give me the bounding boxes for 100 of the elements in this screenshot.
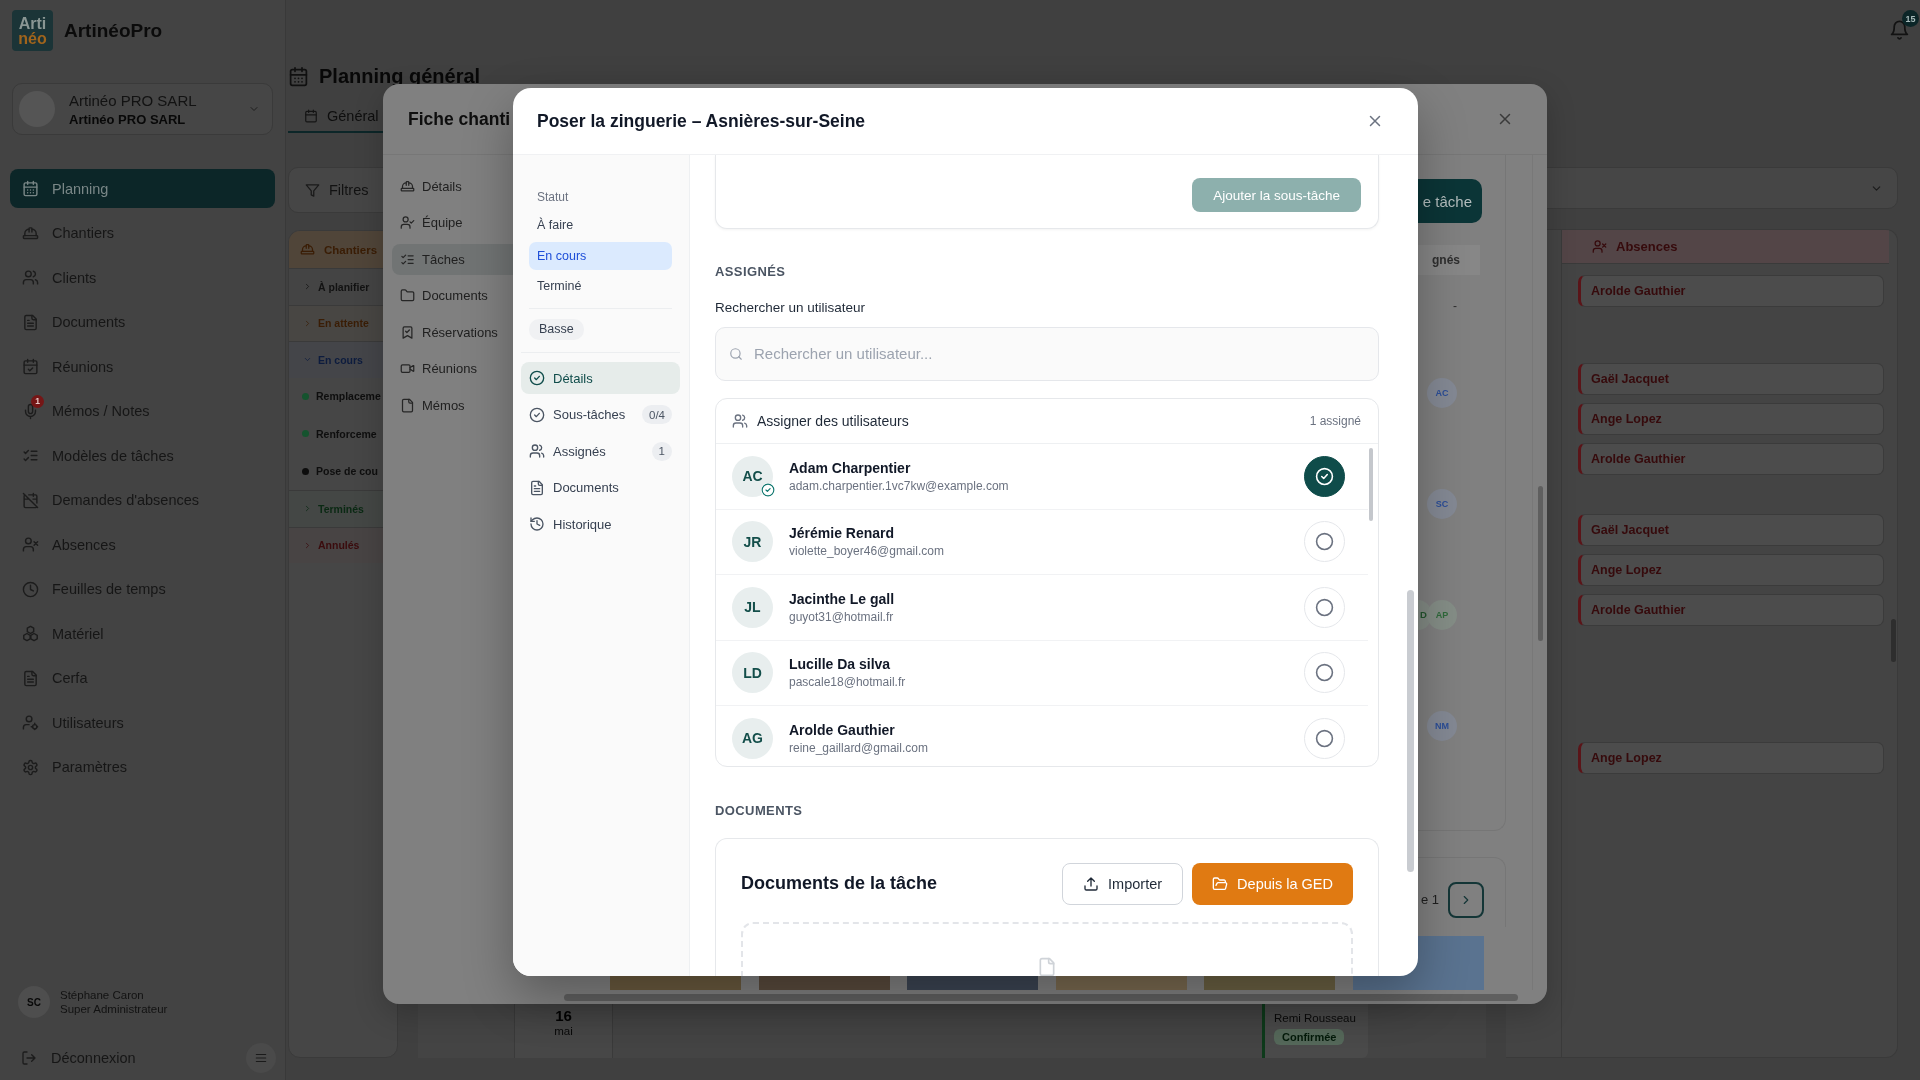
ged-button[interactable]: Depuis la GED bbox=[1192, 863, 1353, 905]
file-icon bbox=[1037, 956, 1057, 976]
user-avatar: LD bbox=[732, 652, 773, 694]
count-badge: 1 bbox=[31, 394, 44, 408]
user-name: Jacinthe Le gall bbox=[789, 590, 896, 607]
avatar: AP bbox=[1427, 599, 1457, 630]
search-icon bbox=[729, 347, 743, 361]
section-tab[interactable]: Sous-tâches 0/4 bbox=[521, 398, 680, 431]
status-badge: Confirmée bbox=[1274, 1029, 1345, 1045]
user-name: Arolde Gauthier bbox=[789, 721, 896, 738]
cubes-icon bbox=[22, 625, 39, 642]
section-tab[interactable]: Documents bbox=[521, 471, 680, 504]
absence-entry: Ange Lopez bbox=[1578, 742, 1884, 774]
user-email: adam.charpentier.1vc7kw@example.com bbox=[789, 478, 1010, 493]
avatar: AC bbox=[1427, 377, 1457, 408]
absence-entry: Arolde Gauthier bbox=[1578, 443, 1884, 475]
field-label: Rechercher un utilisateur bbox=[715, 300, 867, 316]
user-avatar: SC bbox=[18, 986, 50, 1018]
column-title: Absences bbox=[1616, 239, 1678, 254]
section-heading: DOCUMENTS bbox=[715, 803, 804, 819]
event-name: Remi Rousseau bbox=[1274, 1012, 1356, 1024]
user-email: violette_boyer46@gmail.com bbox=[789, 544, 945, 559]
calendar-icon bbox=[22, 180, 39, 197]
status-option[interactable]: À faire bbox=[529, 211, 672, 239]
calendar-icon bbox=[304, 108, 318, 123]
section-tab[interactable]: Historique bbox=[521, 508, 680, 540]
menu-icon bbox=[254, 1051, 268, 1065]
circle-icon bbox=[1315, 728, 1334, 748]
add-task-button[interactable]: e tâche bbox=[1418, 179, 1482, 223]
day-number: 16 bbox=[555, 1007, 572, 1024]
calendar-icon bbox=[288, 65, 309, 87]
status-option[interactable]: Terminé bbox=[529, 272, 672, 300]
field-label: Statut bbox=[536, 190, 570, 204]
check-circle-icon bbox=[529, 370, 545, 386]
avatar: NM bbox=[1427, 710, 1457, 741]
user-avatar: JR bbox=[732, 521, 773, 563]
app-name: ArtinéoPro bbox=[64, 19, 163, 42]
nav-item[interactable]: Tâches bbox=[392, 243, 513, 275]
document-icon bbox=[529, 479, 545, 496]
circle-icon bbox=[1315, 597, 1334, 617]
bookmark-check-icon bbox=[400, 324, 415, 340]
user-email: pascale18@hotmail.fr bbox=[789, 675, 907, 690]
user-avatar: JL bbox=[732, 586, 773, 628]
user-email: guyot31@hotmail.fr bbox=[789, 609, 895, 624]
people-icon bbox=[22, 269, 39, 286]
absence-entry: Arolde Gauthier bbox=[1578, 275, 1884, 307]
count-badge: 0/4 bbox=[642, 405, 672, 424]
count-badge: 1 bbox=[651, 441, 672, 461]
import-button[interactable]: Importer bbox=[1062, 863, 1184, 905]
hard-hat-icon bbox=[400, 178, 415, 194]
clock-icon bbox=[22, 580, 39, 598]
card-title: Documents de la tâche bbox=[741, 873, 939, 895]
assign-toggle[interactable] bbox=[1304, 455, 1345, 497]
file-icon bbox=[400, 397, 415, 413]
section-heading: ASSIGNÉS bbox=[715, 264, 787, 280]
table-cell-text: - bbox=[1452, 298, 1458, 315]
absence-entry: Arolde Gauthier bbox=[1578, 594, 1884, 626]
document-icon bbox=[22, 669, 39, 687]
calendar-slash-icon bbox=[22, 491, 39, 509]
check-circle-icon bbox=[529, 406, 545, 423]
next-page-button[interactable] bbox=[1448, 882, 1485, 918]
absence-entry: Gaël Jacquet bbox=[1578, 363, 1884, 395]
logout-icon bbox=[21, 1050, 37, 1066]
user-x-icon bbox=[22, 536, 39, 553]
people-icon bbox=[529, 443, 545, 459]
column-header: gnés bbox=[1418, 245, 1480, 275]
microphone-icon bbox=[22, 402, 39, 420]
nav-item[interactable]: Mémos bbox=[392, 389, 513, 421]
section-tab[interactable]: Détails bbox=[521, 362, 680, 394]
avatar: SC bbox=[1427, 488, 1457, 519]
count-badge: 15 bbox=[1902, 10, 1919, 27]
user-check-icon bbox=[400, 215, 415, 230]
hard-hat-icon bbox=[22, 224, 39, 242]
folder-open-icon bbox=[1212, 875, 1229, 892]
dialog-title: Fiche chanti bbox=[408, 108, 511, 130]
user-name: Lucille Da silva bbox=[789, 656, 892, 673]
user-name: Jérémie Renard bbox=[789, 525, 896, 542]
hard-hat-icon bbox=[300, 242, 315, 257]
search-field[interactable]: Rechercher un utilisateur... bbox=[715, 327, 1379, 381]
absence-entry: Gaël Jacquet bbox=[1578, 514, 1884, 546]
history-icon bbox=[529, 516, 545, 532]
filter-icon bbox=[305, 182, 320, 198]
upload-icon bbox=[1083, 875, 1100, 892]
user-gear-icon bbox=[22, 714, 39, 731]
dialog-title: Poser la zinguerie – Asnières-sur-Seine bbox=[537, 110, 866, 132]
calendar-check-icon bbox=[22, 358, 39, 375]
document-icon bbox=[22, 313, 39, 331]
circle-icon bbox=[1315, 532, 1334, 552]
settings-icon bbox=[22, 758, 39, 776]
app-logo: Arti néo bbox=[12, 10, 53, 51]
absence-entry: Ange Lopez bbox=[1578, 554, 1884, 586]
circle-icon bbox=[1315, 663, 1334, 683]
section-tab[interactable]: Assignés 1 bbox=[521, 435, 680, 467]
card-title: Assigner des utilisateurs bbox=[757, 413, 910, 429]
user-email: reine_gaillard@gmail.com bbox=[789, 740, 929, 755]
assigned-count: 1 assigné bbox=[1309, 414, 1361, 428]
user-avatar: AC bbox=[732, 455, 773, 497]
nav-item[interactable]: Planning bbox=[10, 169, 275, 208]
status-option[interactable]: En cours bbox=[529, 241, 672, 270]
user-x-icon bbox=[1592, 239, 1607, 254]
